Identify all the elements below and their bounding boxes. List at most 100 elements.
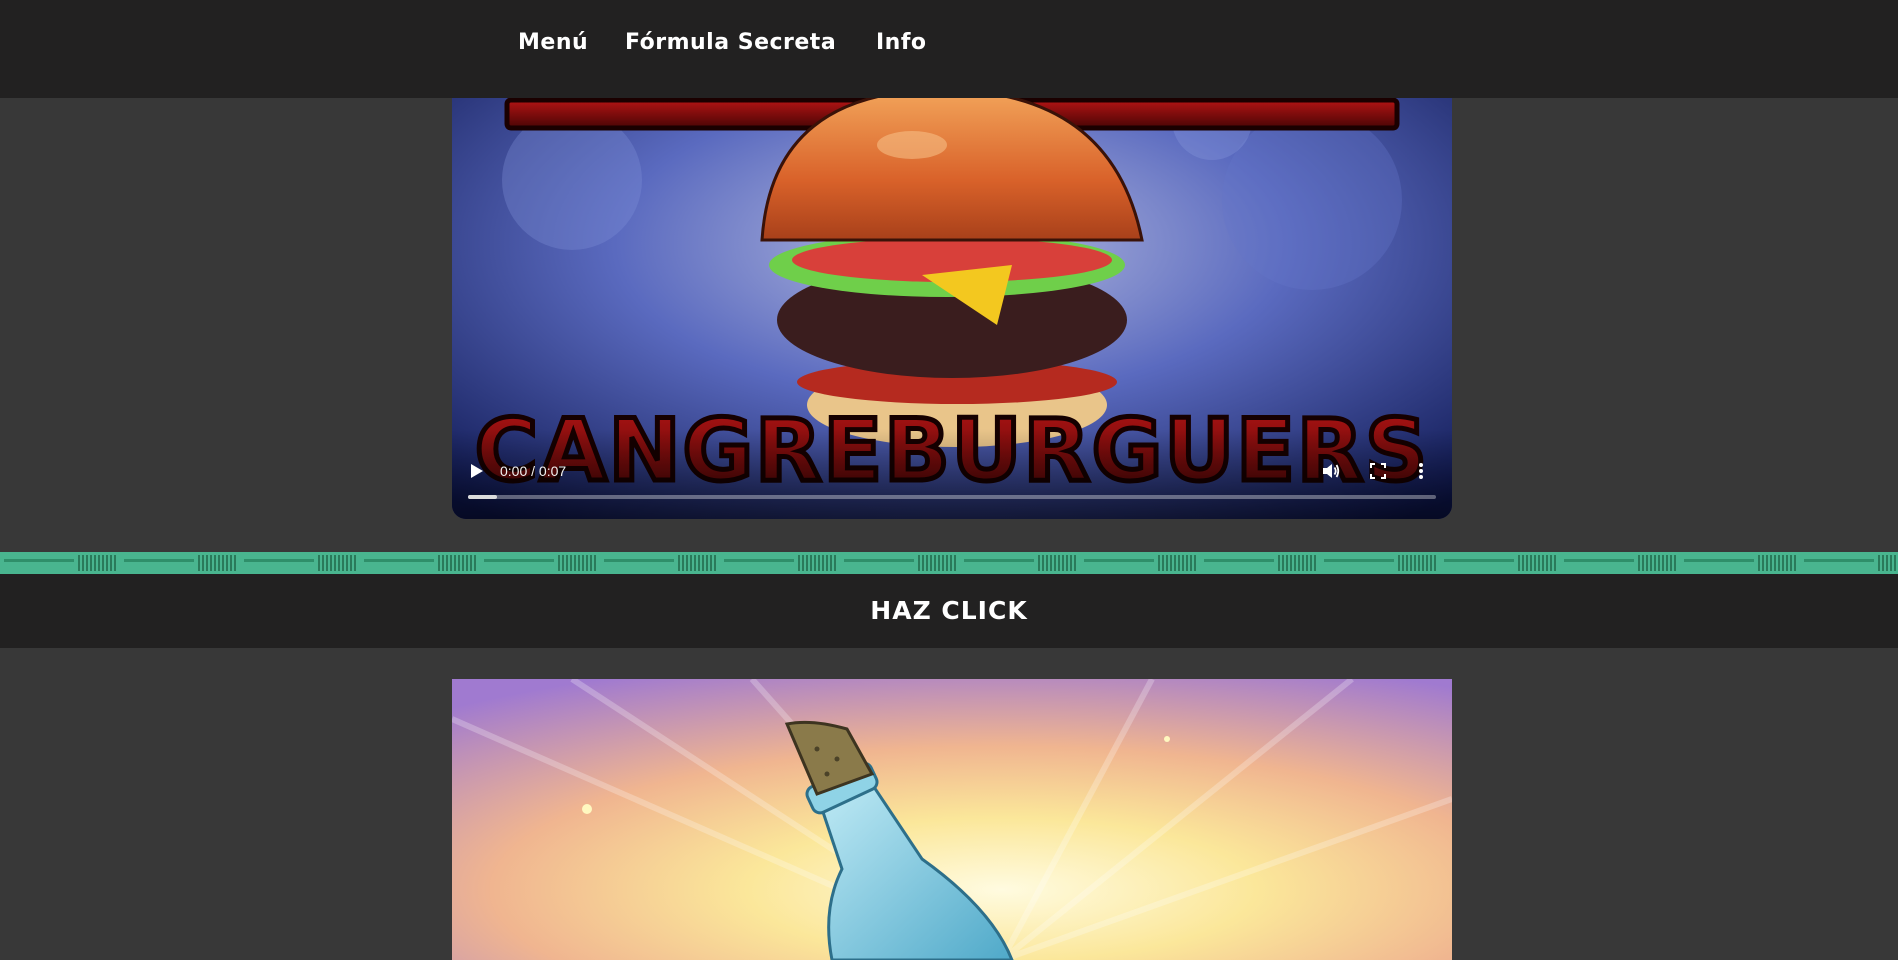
bamboo-notch: [114, 555, 116, 571]
bamboo-notch: [558, 555, 560, 571]
bamboo-notch: [1406, 555, 1408, 571]
bamboo-notch: [1310, 555, 1312, 571]
top-navigation: Menú Fórmula Secreta Info: [0, 0, 1898, 98]
bamboo-stripe: [1444, 559, 1514, 562]
play-icon[interactable]: [470, 463, 484, 483]
bamboo-notch: [1186, 555, 1188, 571]
bamboo-notch: [1650, 555, 1652, 571]
bamboo-notch: [570, 555, 572, 571]
bottle-image[interactable]: [452, 679, 1452, 960]
bamboo-notch: [694, 555, 696, 571]
bamboo-notch: [1778, 555, 1780, 571]
bamboo-notch: [470, 555, 472, 571]
bamboo-notch: [818, 555, 820, 571]
bamboo-notch: [1398, 555, 1400, 571]
bamboo-notch: [710, 555, 712, 571]
video-progress-bar[interactable]: [468, 495, 1436, 499]
bamboo-notch: [86, 555, 88, 571]
bamboo-notch: [830, 555, 832, 571]
nav-link-menu[interactable]: Menú: [518, 30, 588, 55]
bamboo-notch: [950, 555, 952, 571]
bamboo-notch: [1550, 555, 1552, 571]
bamboo-stripe: [4, 559, 74, 562]
bamboo-stripe: [244, 559, 314, 562]
bamboo-notch: [1194, 555, 1196, 571]
bamboo-notch: [1546, 555, 1548, 571]
bamboo-notch: [1786, 555, 1788, 571]
bamboo-notch: [1534, 555, 1536, 571]
bamboo-notch: [1758, 555, 1760, 571]
video-controls: [452, 429, 1452, 519]
bamboo-notch: [1774, 555, 1776, 571]
bamboo-notch: [1314, 555, 1316, 571]
bamboo-notch: [98, 555, 100, 571]
bamboo-notch: [1042, 555, 1044, 571]
bamboo-notch: [230, 555, 232, 571]
nav-link-formula-secreta[interactable]: Fórmula Secreta: [625, 30, 836, 55]
bamboo-notch: [1158, 555, 1160, 571]
bamboo-notch: [706, 555, 708, 571]
bamboo-notch: [1190, 555, 1192, 571]
bamboo-notch: [1554, 555, 1556, 571]
bamboo-notch: [942, 555, 944, 571]
bamboo-stripe: [604, 559, 674, 562]
bamboo-notch: [214, 555, 216, 571]
bamboo-notch: [1050, 555, 1052, 571]
bamboo-notch: [1542, 555, 1544, 571]
bamboo-notch: [1410, 555, 1412, 571]
bamboo-notch: [714, 555, 716, 571]
bamboo-notch: [90, 555, 92, 571]
bamboo-notch: [918, 555, 920, 571]
bamboo-stripe: [1204, 559, 1274, 562]
fullscreen-icon[interactable]: [1370, 463, 1386, 483]
bamboo-notch: [1066, 555, 1068, 571]
bamboo-notch: [1878, 555, 1880, 571]
bamboo-stripe: [964, 559, 1034, 562]
bamboo-notch: [474, 555, 476, 571]
bamboo-notch: [446, 555, 448, 571]
video-player[interactable]: CANGREBURGUERS 0:00 / 0:07: [452, 60, 1452, 519]
bamboo-notch: [78, 555, 80, 571]
bamboo-notch: [1646, 555, 1648, 571]
bamboo-notch: [574, 555, 576, 571]
bamboo-notch: [1422, 555, 1424, 571]
bamboo-notch: [922, 555, 924, 571]
bamboo-notch: [1074, 555, 1076, 571]
bamboo-notch: [1402, 555, 1404, 571]
more-options-icon[interactable]: [1418, 462, 1424, 484]
bamboo-notch: [1298, 555, 1300, 571]
bamboo-notch: [954, 555, 956, 571]
bamboo-notch: [346, 555, 348, 571]
bamboo-notch: [454, 555, 456, 571]
bamboo-notch: [198, 555, 200, 571]
bamboo-notch: [1062, 555, 1064, 571]
bamboo-notch: [1290, 555, 1292, 571]
bamboo-notch: [226, 555, 228, 571]
bamboo-stripe: [364, 559, 434, 562]
bamboo-notch: [702, 555, 704, 571]
bamboo-notch: [458, 555, 460, 571]
bamboo-stripe: [1324, 559, 1394, 562]
click-banner[interactable]: HAZ CLICK: [0, 574, 1898, 648]
bamboo-notch: [462, 555, 464, 571]
bamboo-notch: [1890, 555, 1892, 571]
bamboo-notch: [926, 555, 928, 571]
nav-link-info[interactable]: Info: [876, 30, 927, 55]
bamboo-notch: [1414, 555, 1416, 571]
bamboo-notch: [1638, 555, 1640, 571]
bamboo-notch: [594, 555, 596, 571]
volume-icon[interactable]: [1322, 462, 1340, 484]
bamboo-notch: [438, 555, 440, 571]
bamboo-notch: [1642, 555, 1644, 571]
bamboo-notch: [466, 555, 468, 571]
bamboo-notch: [1054, 555, 1056, 571]
bamboo-notch: [1794, 555, 1796, 571]
bamboo-stripe: [1804, 559, 1874, 562]
click-heading[interactable]: HAZ CLICK: [0, 596, 1898, 625]
video-time-display: 0:00 / 0:07: [500, 463, 567, 479]
bamboo-notch: [1782, 555, 1784, 571]
bamboo-notch: [326, 555, 328, 571]
bamboo-notch: [94, 555, 96, 571]
bamboo-notch: [1658, 555, 1660, 571]
bamboo-pattern: [4, 555, 1896, 571]
